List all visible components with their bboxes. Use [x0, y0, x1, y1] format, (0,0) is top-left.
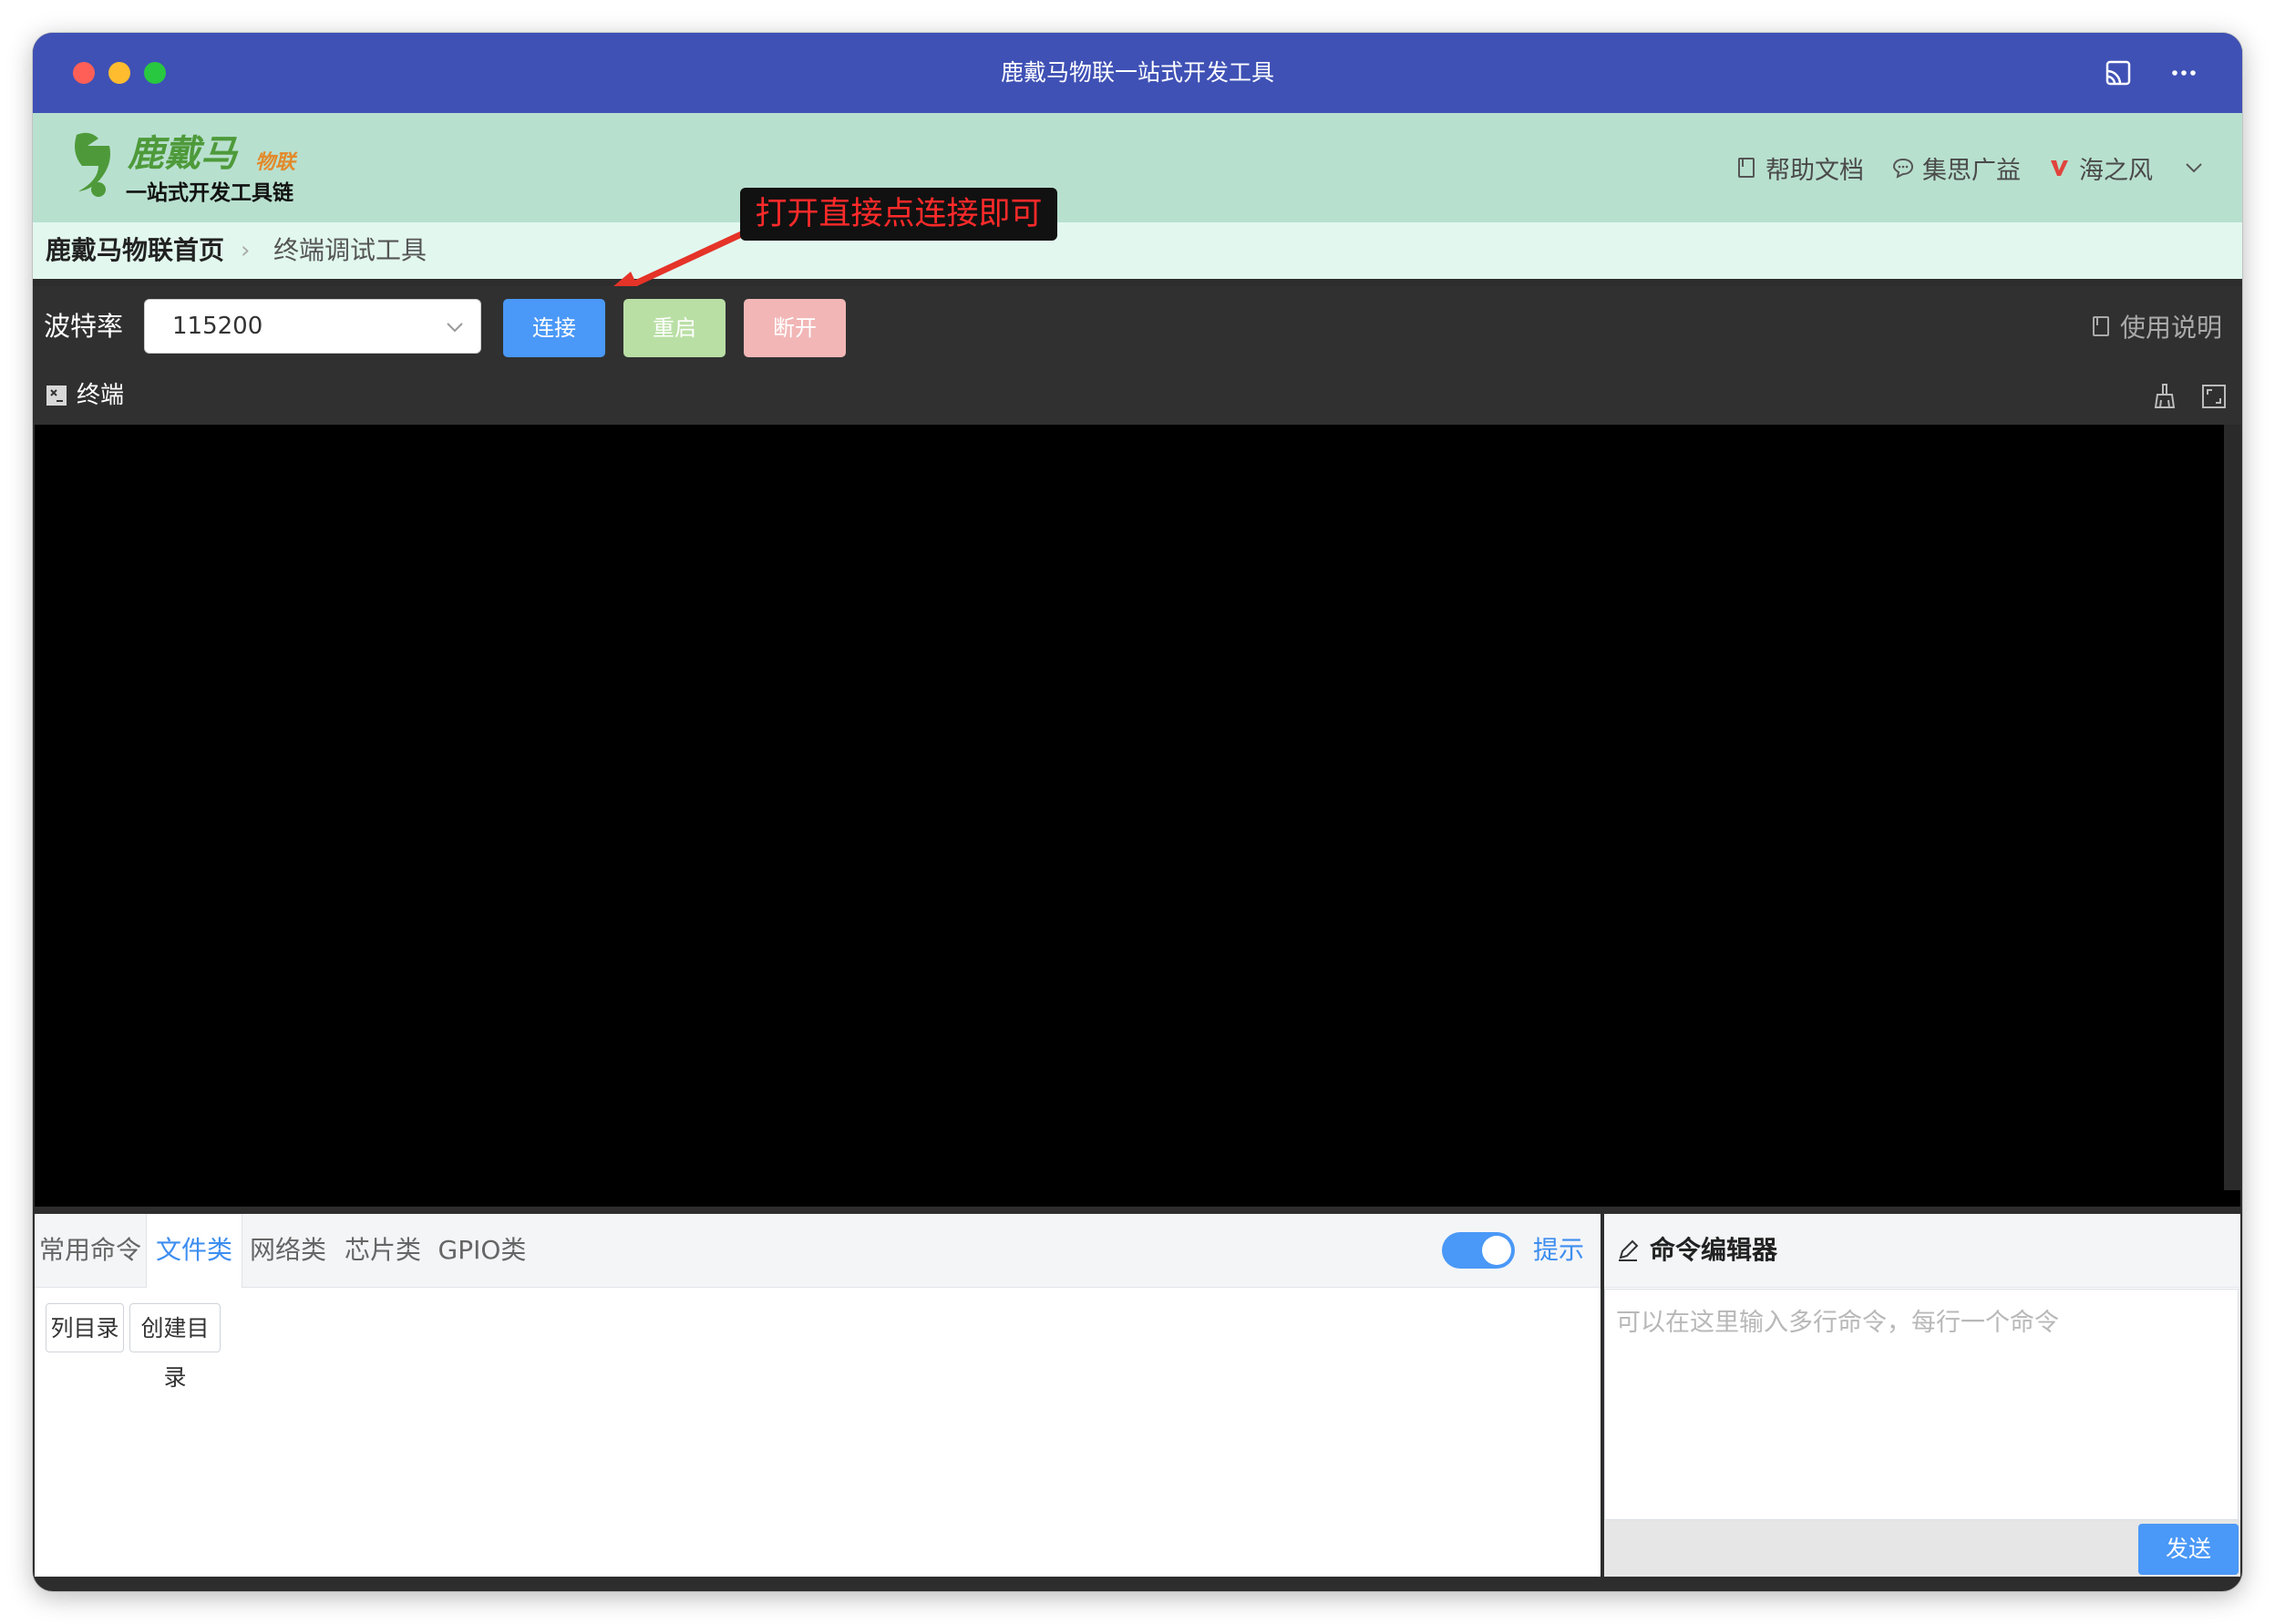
logo-tagline: 一站式开发工具链 — [126, 181, 293, 205]
chat-icon — [1892, 158, 1914, 179]
vip-icon — [2051, 160, 2068, 176]
username-label: 海之风 — [2079, 156, 2153, 185]
horse-logo-icon — [75, 132, 110, 197]
breadcrumb-separator-icon: › — [241, 237, 251, 264]
pen-icon — [1619, 1239, 1639, 1261]
usage-guide-link[interactable]: 使用说明 — [2089, 286, 2222, 366]
book-icon — [2092, 316, 2109, 336]
cast-icon[interactable] — [2100, 55, 2136, 91]
usage-guide-label: 使用说明 — [2119, 313, 2222, 343]
logo-main-text: 鹿戴马 — [128, 133, 237, 175]
window-title: 鹿戴马物联一站式开发工具 — [1000, 59, 1274, 86]
terminal-icon — [46, 385, 67, 406]
disconnect-button[interactable]: 断开 — [744, 299, 846, 357]
terminal-scrollbar[interactable] — [2224, 425, 2240, 1190]
logo-sub-text: 物联 — [255, 151, 296, 174]
command-editor-input[interactable] — [1604, 1289, 2239, 1520]
chevron-down-icon — [447, 323, 463, 333]
command-editor-header: 命令编辑器 — [1604, 1214, 2240, 1288]
command-editor-title: 命令编辑器 — [1650, 1235, 1778, 1265]
baud-rate-select[interactable]: 115200 — [144, 299, 481, 354]
fullscreen-icon[interactable] — [2200, 383, 2228, 410]
maximize-window-button[interactable] — [144, 62, 166, 84]
help-docs-link[interactable]: 帮助文档 — [1735, 150, 1864, 186]
terminal-header: 终端 — [33, 366, 2242, 425]
app-window: 鹿戴马物联一站式开发工具 鹿戴马 物联 一站式开发工具链 帮助文档 集思广益 海… — [33, 33, 2242, 1591]
hint-toggle[interactable] — [1442, 1232, 1515, 1269]
book-icon — [1738, 158, 1755, 178]
tab-gpio-commands[interactable]: GPIO类 — [430, 1214, 534, 1287]
breadcrumb: 鹿戴马物联首页 › 终端调试工具 — [33, 222, 2242, 279]
connect-button[interactable]: 连接 — [503, 299, 605, 357]
tab-common-commands[interactable]: 常用命令 — [35, 1214, 146, 1287]
feedback-label: 集思广益 — [1922, 156, 2021, 185]
command-editor-footer: 发送 — [1604, 1520, 2240, 1577]
user-menu[interactable]: 海之风 — [2048, 150, 2206, 186]
header-links: 帮助文档 集思广益 海之风 — [1718, 113, 2206, 222]
terminal-output[interactable] — [35, 425, 2240, 1207]
terminal-title: 终端 — [77, 382, 125, 409]
feedback-link[interactable]: 集思广益 — [1891, 150, 2021, 186]
command-panel: 常用命令 文件类 网络类 芯片类 GPIO类 提示 列目录 创建目录 — [35, 1214, 1601, 1577]
logo[interactable]: 鹿戴马 物联 一站式开发工具链 — [62, 124, 335, 211]
help-docs-label: 帮助文档 — [1765, 156, 1864, 185]
restart-button[interactable]: 重启 — [623, 299, 726, 357]
chevron-down-icon — [2186, 163, 2202, 173]
tab-file-commands[interactable]: 文件类 — [146, 1214, 242, 1288]
hint-toggle-knob — [1482, 1236, 1511, 1265]
breadcrumb-home[interactable]: 鹿戴马物联首页 — [46, 222, 224, 279]
list-directory-button[interactable]: 列目录 — [46, 1303, 124, 1352]
send-button[interactable]: 发送 — [2138, 1524, 2239, 1575]
hint-toggle-label: 提示 — [1533, 1235, 1585, 1265]
close-window-button[interactable] — [73, 62, 95, 84]
minimize-window-button[interactable] — [108, 62, 130, 84]
connection-toolbar: 波特率 115200 连接 重启 断开 使用说明 — [33, 286, 2242, 367]
create-directory-button[interactable]: 创建目录 — [129, 1303, 221, 1391]
breadcrumb-current: 终端调试工具 — [273, 235, 427, 265]
clear-broom-icon[interactable] — [2151, 383, 2178, 410]
app-header: 鹿戴马 物联 一站式开发工具链 帮助文档 集思广益 海之风 — [33, 113, 2242, 222]
command-editor-panel: 命令编辑器 发送 — [1604, 1214, 2240, 1577]
title-bar: 鹿戴马物联一站式开发工具 — [33, 33, 2242, 113]
baud-rate-value: 115200 — [172, 313, 263, 340]
command-tabs: 常用命令 文件类 网络类 芯片类 GPIO类 提示 — [35, 1214, 1601, 1288]
tab-network-commands[interactable]: 网络类 — [241, 1214, 335, 1287]
tab-chip-commands[interactable]: 芯片类 — [335, 1214, 430, 1287]
more-icon[interactable] — [2166, 55, 2202, 91]
annotation-label: 打开直接点连接即可 — [740, 188, 1057, 241]
baud-rate-label: 波特率 — [44, 311, 124, 342]
